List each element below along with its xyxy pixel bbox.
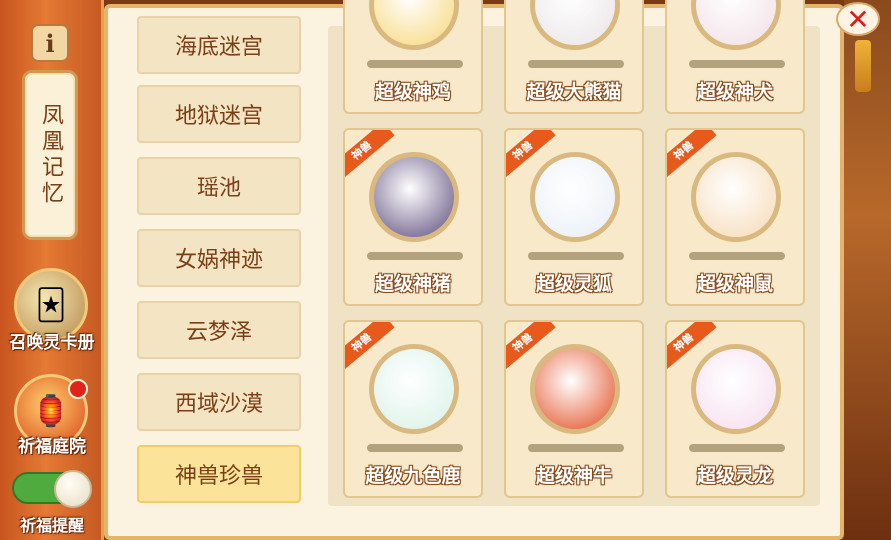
beast-portrait	[530, 0, 620, 50]
tassel-ornament	[855, 40, 871, 92]
beast-card[interactable]: 神兽 超级神鼠	[665, 128, 805, 306]
beast-portrait	[691, 152, 781, 242]
beast-name: 超级灵狐	[535, 273, 612, 295]
beast-progress-bar	[367, 60, 463, 68]
beast-card[interactable]: 神兽 超级九色鹿	[343, 320, 483, 498]
category-item[interactable]: 女娲神迹	[137, 229, 301, 287]
beast-name: 超级神鸡	[374, 81, 451, 103]
category-item[interactable]: 海底迷宫	[137, 16, 301, 74]
beast-portrait	[691, 344, 781, 434]
beast-card[interactable]: 神兽 超级灵龙	[665, 320, 805, 498]
category-item[interactable]: 云梦泽	[137, 301, 301, 359]
beast-name: 超级神牛	[535, 465, 612, 487]
info-icon[interactable]: i	[31, 24, 69, 62]
card-book-label: 召唤灵卡册	[9, 333, 95, 353]
scroll-title-tab[interactable]: 凤凰记忆	[22, 70, 78, 240]
toggle-knob	[54, 470, 92, 508]
beast-progress-bar	[689, 60, 785, 68]
beast-progress-bar	[367, 252, 463, 260]
beast-card[interactable]: 神兽 超级灵狐	[504, 128, 644, 306]
scroll-title: 凤凰记忆	[38, 103, 63, 207]
close-icon[interactable]: ✕	[836, 2, 880, 36]
beast-progress-bar	[689, 444, 785, 452]
beast-name: 超级神鼠	[696, 273, 773, 295]
beast-card[interactable]: 超级神犬	[665, 0, 805, 114]
category-item[interactable]: 地狱迷宫	[137, 85, 301, 143]
category-item[interactable]: 西域沙漠	[137, 373, 301, 431]
beast-name: 超级灵龙	[696, 465, 773, 487]
beast-portrait	[369, 152, 459, 242]
beast-name: 超级神犬	[696, 81, 773, 103]
remind-label: 祈福提醒	[19, 516, 84, 535]
beast-portrait	[691, 0, 781, 50]
beast-card[interactable]: 神兽 超级神牛	[504, 320, 644, 498]
remind-toggle[interactable]	[12, 470, 92, 508]
beast-card[interactable]: 神兽 超级神猪	[343, 128, 483, 306]
beast-progress-bar	[528, 60, 624, 68]
beast-portrait	[369, 0, 459, 50]
beast-portrait	[530, 152, 620, 242]
notification-dot	[68, 379, 88, 399]
beast-progress-bar	[367, 444, 463, 452]
beast-name: 超级九色鹿	[365, 465, 461, 487]
beast-name: 超级大熊猫	[526, 81, 622, 103]
beast-progress-bar	[528, 252, 624, 260]
beast-portrait	[369, 344, 459, 434]
beast-progress-bar	[689, 252, 785, 260]
beast-portrait	[530, 344, 620, 434]
beast-card[interactable]: 超级神鸡	[343, 0, 483, 114]
beast-card[interactable]: 超级大熊猫	[504, 0, 644, 114]
category-item[interactable]: 神兽珍兽	[137, 445, 301, 503]
category-item[interactable]: 瑶池	[137, 157, 301, 215]
beast-progress-bar	[528, 444, 624, 452]
beast-name: 超级神猪	[374, 273, 451, 295]
court-label: 祈福庭院	[18, 437, 86, 457]
